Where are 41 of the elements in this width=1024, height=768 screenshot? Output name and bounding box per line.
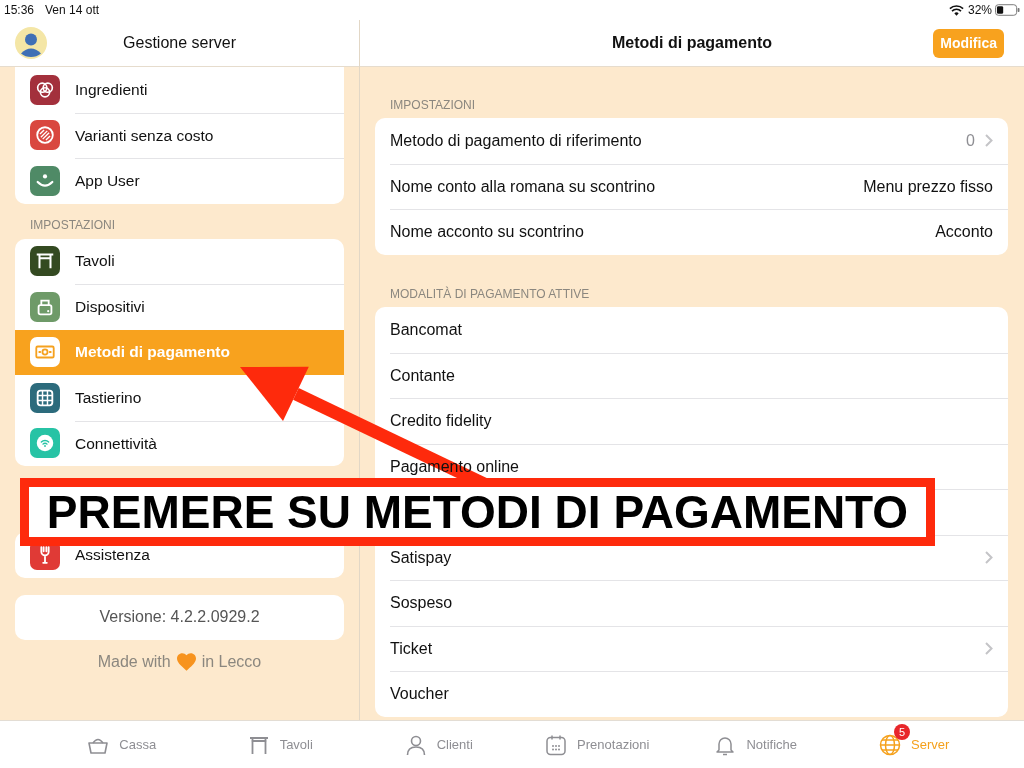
settings-row[interactable]: Sospeso — [375, 580, 1008, 626]
sidebar-item[interactable]: Varianti senza costo — [15, 112, 344, 158]
settings-row[interactable]: Bancomat — [375, 307, 1008, 353]
row-value: 0 — [966, 131, 975, 150]
version-text: Versione: 4.2.2.0929.2 — [99, 608, 260, 626]
avatar-icon — [15, 27, 47, 59]
settings-row[interactable]: Nome conto alla romana su scontrino Menu prezzo fisso — [375, 163, 1008, 209]
sidebar-item[interactable]: Dispositivi — [15, 284, 344, 330]
credit-text: Made with — [97, 652, 171, 671]
chevron-icon — [985, 642, 993, 656]
sidebar-item[interactable]: App User — [15, 158, 344, 204]
settings-row[interactable]: Ticket — [375, 625, 1008, 671]
credit-text: in Lecco — [201, 652, 262, 671]
settings-row[interactable]: Nome acconto su scontrino Acconto — [375, 209, 1008, 255]
section-header: IMPOSTAZIONI — [389, 98, 477, 114]
sidebar-item[interactable]: Tastierino — [15, 375, 344, 421]
tab-item[interactable]: 5 Server — [834, 721, 993, 768]
settings-row[interactable]: Contante — [375, 352, 1008, 398]
detail-title: Metodi di pagamento — [612, 34, 772, 52]
chevron-icon — [985, 134, 993, 148]
row-value: Menu prezzo fisso — [863, 177, 993, 196]
status-time: 15:36 — [4, 3, 35, 17]
settings-row[interactable]: Credito fidelity — [375, 398, 1008, 444]
callout-text: PREMERE SU METODI DI PAGAMENTO — [46, 489, 909, 535]
sidebar-item[interactable]: Connettività — [15, 420, 344, 466]
section-header: IMPOSTAZIONI — [29, 216, 117, 234]
settings-row[interactable]: Metodo di pagamento di riferimento 0 — [375, 118, 1008, 164]
sidebar-title: Gestione server — [123, 34, 236, 52]
status-date: Ven 14 ott — [45, 3, 100, 17]
battery-percent: 32% — [967, 3, 992, 17]
sidebar-item[interactable]: Ingredienti — [15, 67, 344, 113]
section-header: MODALITÀ DI PAGAMENTO ATTIVE — [389, 287, 591, 303]
settings-row[interactable]: Voucher — [375, 671, 1008, 717]
chevron-icon — [985, 551, 993, 565]
battery-icon — [995, 4, 1020, 16]
banknote-icon — [30, 337, 60, 368]
wifi-icon — [948, 4, 964, 16]
row-value: Acconto — [935, 223, 993, 242]
count-badge: 5 — [894, 723, 911, 740]
heart-icon — [176, 652, 196, 671]
sidebar-item[interactable]: Tavoli — [15, 238, 344, 284]
